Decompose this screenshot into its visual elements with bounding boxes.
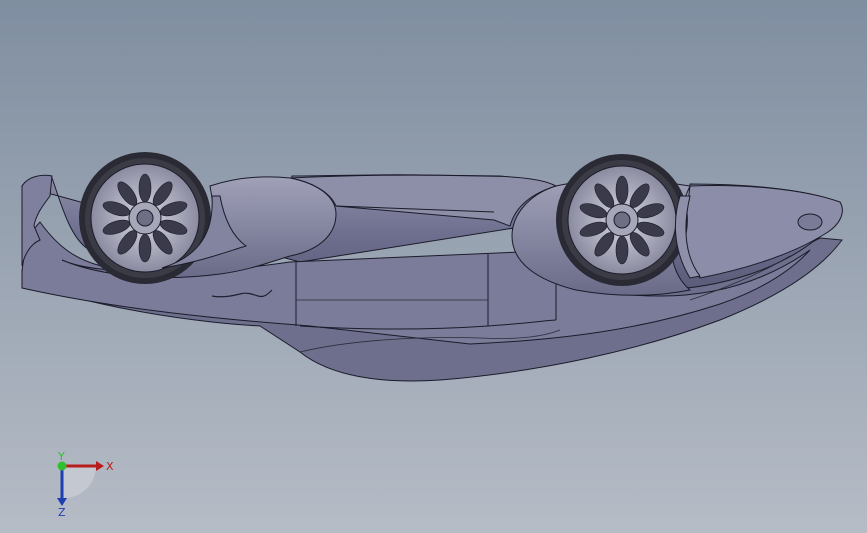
y-axis-label: Y [57,450,65,463]
triad-shadow [62,466,97,499]
rear-wheel[interactable] [79,152,211,284]
car-model[interactable] [0,0,867,533]
z-axis-arrow [57,498,67,506]
z-axis-label: Z [58,506,66,519]
axis-triad[interactable]: X Y Z [40,450,120,520]
x-axis-arrow [96,461,104,471]
x-axis-label: X [106,460,114,473]
front-wheel[interactable] [556,154,688,286]
graphics-viewport[interactable]: X Y Z [0,0,867,533]
nose-light [797,213,823,231]
